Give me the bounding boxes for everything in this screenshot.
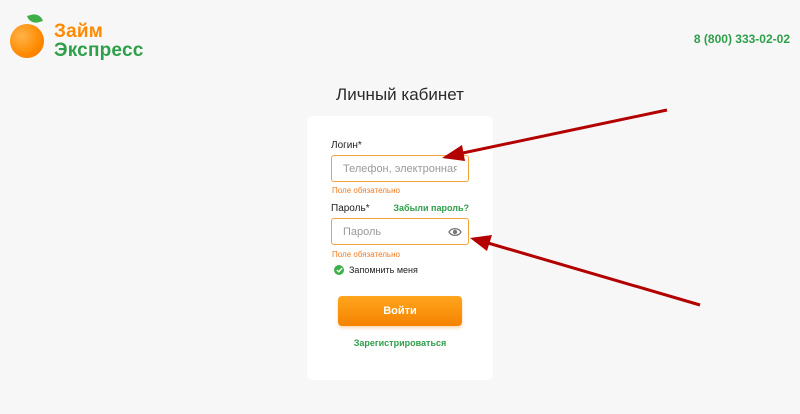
login-label: Логин* xyxy=(331,140,362,151)
login-field-wrapper xyxy=(331,155,469,182)
login-button[interactable]: Войти xyxy=(338,296,462,326)
register-link[interactable]: Зарегистрироваться xyxy=(307,338,493,348)
login-error: Поле обязательно xyxy=(332,186,400,195)
password-field-wrapper xyxy=(331,218,469,245)
brand-logo[interactable]: Займ Экспресс xyxy=(8,10,148,61)
brand-name-line2: Экспресс xyxy=(54,40,144,61)
password-error: Поле обязательно xyxy=(332,250,400,259)
arrow-to-password-icon xyxy=(470,235,701,307)
brand-name-line1: Займ xyxy=(54,21,104,42)
login-input[interactable] xyxy=(332,156,468,181)
page-title: Личный кабинет xyxy=(336,85,464,104)
password-label: Пароль* xyxy=(331,203,370,214)
check-icon xyxy=(334,265,344,275)
forgot-password-link[interactable]: Забыли пароль? xyxy=(393,203,469,213)
login-card: Логин* Поле обязательно Пароль* Забыли п… xyxy=(307,116,493,380)
phone-link[interactable]: 8 (800) 333-02-02 xyxy=(694,32,790,46)
remember-me-checkbox[interactable]: Запомнить меня xyxy=(334,264,418,276)
eye-icon[interactable] xyxy=(448,226,462,238)
leaf-icon xyxy=(27,12,43,25)
remember-me-label: Запомнить меня xyxy=(349,265,418,275)
orange-icon xyxy=(10,24,44,58)
